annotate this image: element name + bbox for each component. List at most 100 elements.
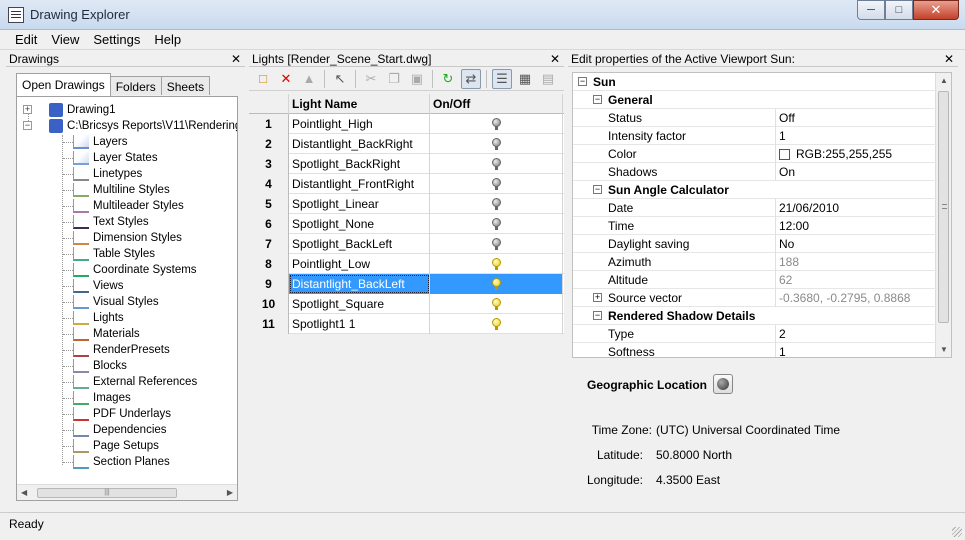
on-off-cell[interactable]	[430, 134, 563, 154]
light-bulb-off-icon[interactable]	[491, 178, 501, 190]
property-row-status[interactable]: Status Off	[573, 108, 937, 127]
collapse-icon[interactable]: −	[593, 185, 602, 194]
tree-item-table-styles[interactable]: Table Styles	[73, 246, 155, 262]
property-row-shadows[interactable]: Shadows On	[573, 162, 937, 181]
purge-icon[interactable]: ▲	[299, 69, 319, 89]
menu-edit[interactable]: Edit	[8, 30, 44, 49]
property-value[interactable]: 2	[779, 325, 786, 343]
property-row-altitude[interactable]: Altitude 62	[573, 270, 937, 289]
paste-icon[interactable]: ▣	[407, 69, 427, 89]
tree-item-coordinate-systems[interactable]: Coordinate Systems	[73, 262, 197, 278]
property-value[interactable]: 62	[779, 271, 792, 289]
scroll-left-icon[interactable]: ◀	[21, 488, 27, 497]
tree-item-visual-styles[interactable]: Visual Styles	[73, 294, 159, 310]
globe-icon[interactable]	[713, 374, 733, 394]
tree-item-dimension-styles[interactable]: Dimension Styles	[73, 230, 182, 246]
on-off-cell[interactable]	[430, 254, 563, 274]
property-row-intensity-factor[interactable]: Intensity factor 1	[573, 126, 937, 145]
property-row-daylight-saving[interactable]: Daylight saving No	[573, 234, 937, 253]
light-name-cell[interactable]: Pointlight_High	[289, 114, 430, 134]
on-off-cell[interactable]	[430, 114, 563, 134]
grid-view-icon[interactable]: ▦	[515, 69, 535, 89]
property-value[interactable]: 21/06/2010	[779, 199, 839, 217]
property-value[interactable]: 1	[779, 343, 786, 358]
category-general[interactable]: − General	[573, 91, 937, 109]
property-value[interactable]: On	[779, 163, 795, 181]
refresh-icon[interactable]: ↻	[438, 69, 458, 89]
table-row[interactable]: 1 Pointlight_High	[249, 114, 564, 134]
light-bulb-off-icon[interactable]	[491, 198, 501, 210]
tree-item-multiline-styles[interactable]: Multiline Styles	[73, 182, 170, 198]
drawings-panel-close-icon[interactable]: ✕	[231, 51, 241, 67]
light-name-cell[interactable]: Spotlight1 1	[289, 314, 430, 334]
tree-root-2[interactable]: − C:\Bricsys Reports\V11\Rendering	[23, 118, 237, 134]
scroll-thumb[interactable]	[938, 91, 949, 323]
table-row[interactable]: 7 Spotlight_BackLeft	[249, 234, 564, 254]
light-bulb-on-icon[interactable]	[491, 298, 501, 310]
light-bulb-off-icon[interactable]	[491, 238, 501, 250]
on-off-cell[interactable]	[430, 214, 563, 234]
property-row-type[interactable]: Type 2	[573, 324, 937, 343]
light-name-cell[interactable]: Spotlight_None	[289, 214, 430, 234]
collapse-icon[interactable]: −	[23, 121, 32, 130]
maximize-button[interactable]: □	[885, 0, 913, 20]
table-row[interactable]: 10 Spotlight_Square	[249, 294, 564, 314]
delete-icon[interactable]: ✕	[276, 69, 296, 89]
property-row-date[interactable]: Date 21/06/2010	[573, 198, 937, 217]
light-bulb-off-icon[interactable]	[491, 118, 501, 130]
select-icon[interactable]: ↖	[330, 69, 350, 89]
table-row[interactable]: 9 Distantlight_BackLeft	[249, 274, 564, 294]
scroll-up-icon[interactable]: ▲	[940, 76, 948, 85]
on-off-cell[interactable]	[430, 154, 563, 174]
property-grid[interactable]: ▲ ▼ − Sun − General Status Off Intensity facto…	[572, 72, 952, 358]
tree-horizontal-scrollbar[interactable]: ◀ ||| ▶	[17, 484, 237, 500]
tree-item-images[interactable]: Images	[73, 390, 131, 406]
light-bulb-on-icon[interactable]	[491, 258, 501, 270]
on-off-header[interactable]: On/Off	[430, 94, 563, 114]
property-row-time[interactable]: Time 12:00	[573, 216, 937, 235]
tree-item-dependencies[interactable]: Dependencies	[73, 422, 167, 438]
table-row[interactable]: 11 Spotlight1 1	[249, 314, 564, 334]
property-row-azimuth[interactable]: Azimuth 188	[573, 252, 937, 271]
light-bulb-on-icon[interactable]	[491, 318, 501, 330]
copy-icon[interactable]: ❐	[384, 69, 404, 89]
property-value[interactable]: 188	[779, 253, 799, 271]
tree-item-pdf-underlays[interactable]: PDF Underlays	[73, 406, 171, 422]
property-value[interactable]: 12:00	[779, 217, 809, 235]
table-row[interactable]: 2 Distantlight_BackRight	[249, 134, 564, 154]
tab-folders[interactable]: Folders	[109, 76, 162, 95]
light-bulb-off-icon[interactable]	[491, 158, 501, 170]
scroll-down-icon[interactable]: ▼	[940, 345, 948, 354]
property-value[interactable]: No	[779, 235, 794, 253]
tree-item-layer-states[interactable]: Layer States	[73, 150, 158, 166]
list-view-icon[interactable]: ▤	[538, 69, 558, 89]
property-row-color[interactable]: Color RGB:255,255,255	[573, 144, 937, 163]
tab-sheets[interactable]: Sheets	[160, 76, 211, 95]
menu-settings[interactable]: Settings	[86, 30, 147, 49]
property-value[interactable]: -0.3680, -0.2795, 0.8868	[779, 289, 910, 307]
property-row-softness[interactable]: Softness 1	[573, 342, 937, 358]
collapse-icon[interactable]: −	[578, 77, 587, 86]
tree-item-materials[interactable]: Materials	[73, 326, 140, 342]
tab-open-drawings[interactable]: Open Drawings	[16, 73, 111, 96]
expand-icon[interactable]: +	[23, 105, 32, 114]
light-name-cell[interactable]: Spotlight_BackLeft	[289, 234, 430, 254]
menu-view[interactable]: View	[44, 30, 86, 49]
light-name-cell[interactable]: Spotlight_BackRight	[289, 154, 430, 174]
scroll-right-icon[interactable]: ▶	[227, 488, 233, 497]
tree-item-linetypes[interactable]: Linetypes	[73, 166, 142, 182]
table-row[interactable]: 3 Spotlight_BackRight	[249, 154, 564, 174]
property-row-source-vector[interactable]: + Source vector -0.3680, -0.2795, 0.8868	[573, 288, 937, 307]
property-value[interactable]: 1	[779, 127, 786, 145]
table-row[interactable]: 5 Spotlight_Linear	[249, 194, 564, 214]
property-value[interactable]: Off	[779, 109, 795, 127]
new-light-icon[interactable]: □	[253, 69, 273, 89]
resize-grip-icon[interactable]	[952, 527, 962, 537]
tree-item-page-setups[interactable]: Page Setups	[73, 438, 159, 454]
light-name-cell[interactable]: Spotlight_Linear	[289, 194, 430, 214]
collapse-icon[interactable]: −	[593, 311, 602, 320]
light-name-cell[interactable]: Distantlight_FrontRight	[289, 174, 430, 194]
menu-help[interactable]: Help	[147, 30, 188, 49]
table-row[interactable]: 8 Pointlight_Low	[249, 254, 564, 274]
on-off-cell[interactable]	[430, 294, 563, 314]
